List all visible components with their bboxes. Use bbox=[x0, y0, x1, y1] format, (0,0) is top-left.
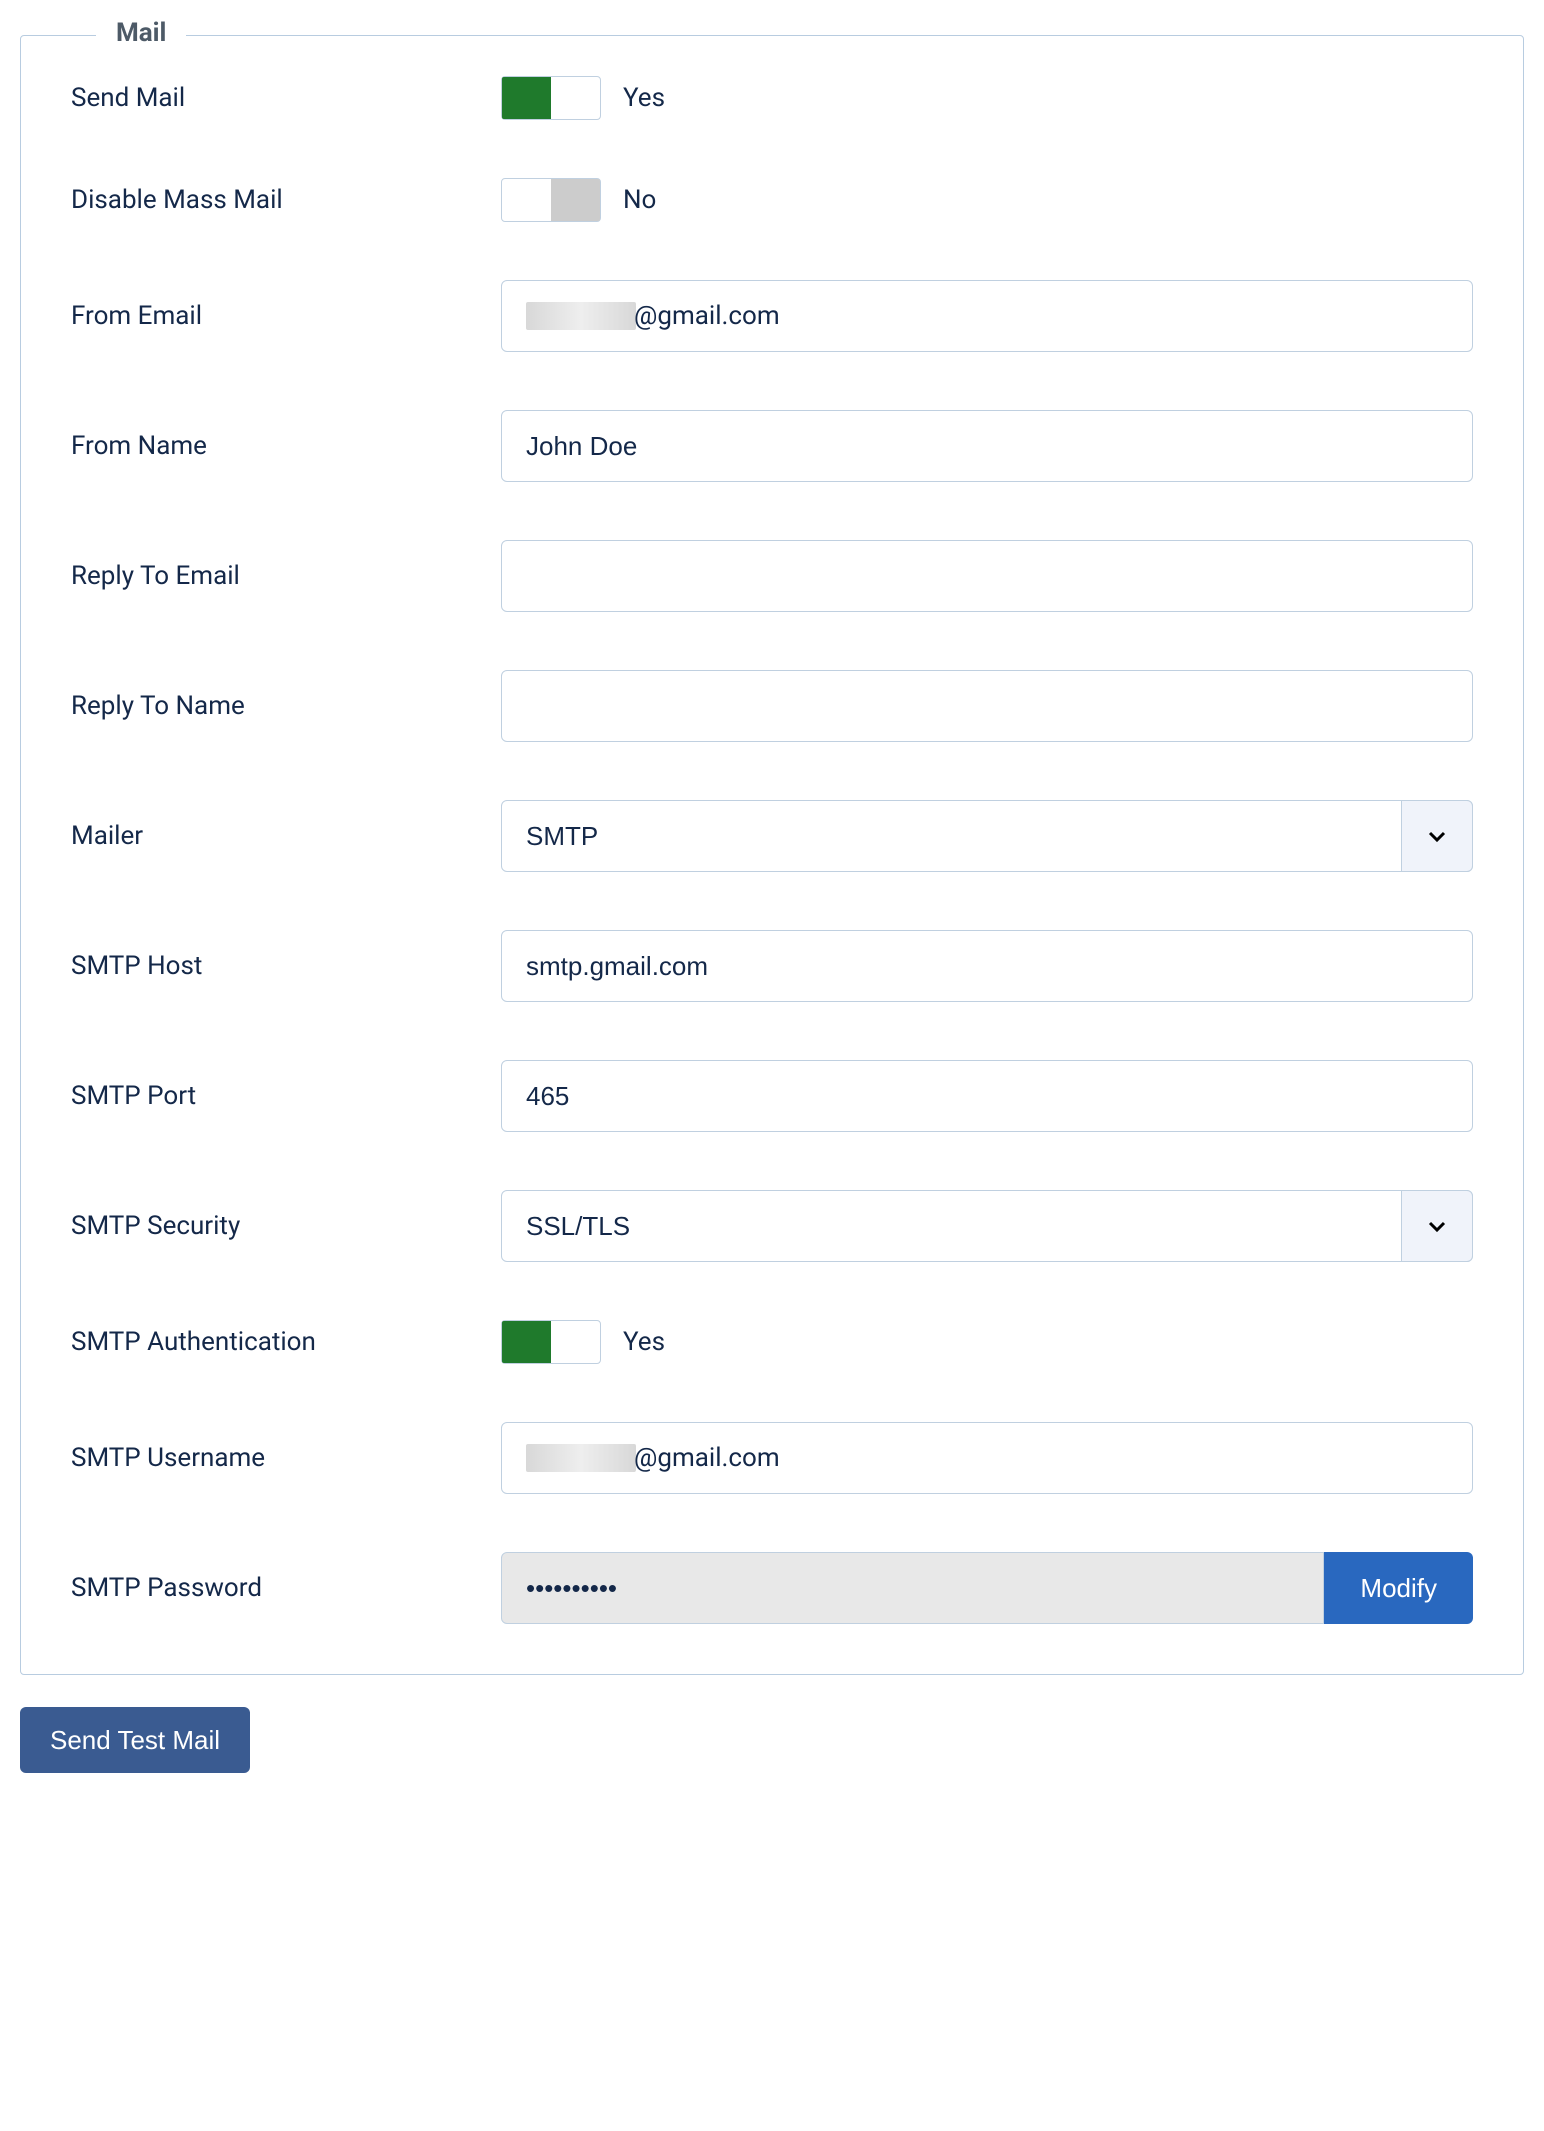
disable-mass-mail-value: No bbox=[623, 185, 656, 215]
smtp-username-label: SMTP Username bbox=[71, 1443, 501, 1473]
from-email-suffix: @gmail.com bbox=[634, 301, 780, 331]
reply-to-email-row: Reply To Email bbox=[71, 540, 1473, 612]
smtp-password-row: SMTP Password Modify bbox=[71, 1552, 1473, 1624]
smtp-username-input[interactable]: @gmail.com bbox=[501, 1422, 1473, 1494]
smtp-auth-value: Yes bbox=[623, 1327, 665, 1357]
send-mail-toggle[interactable] bbox=[501, 76, 601, 120]
smtp-password-label: SMTP Password bbox=[71, 1573, 501, 1603]
smtp-auth-row: SMTP Authentication Yes bbox=[71, 1320, 1473, 1364]
smtp-host-input[interactable] bbox=[501, 930, 1473, 1002]
disable-mass-mail-toggle[interactable] bbox=[501, 178, 601, 222]
send-mail-row: Send Mail Yes bbox=[71, 76, 1473, 120]
smtp-security-select[interactable] bbox=[501, 1190, 1473, 1262]
disable-mass-mail-row: Disable Mass Mail No bbox=[71, 178, 1473, 222]
from-name-row: From Name bbox=[71, 410, 1473, 482]
reply-to-name-label: Reply To Name bbox=[71, 691, 501, 721]
from-email-label: From Email bbox=[71, 301, 501, 331]
smtp-auth-toggle[interactable] bbox=[501, 1320, 601, 1364]
mailer-select[interactable] bbox=[501, 800, 1473, 872]
from-name-label: From Name bbox=[71, 431, 501, 461]
modify-password-button[interactable]: Modify bbox=[1324, 1552, 1473, 1624]
send-test-mail-button[interactable]: Send Test Mail bbox=[20, 1707, 250, 1773]
from-name-input[interactable] bbox=[501, 410, 1473, 482]
smtp-port-input[interactable] bbox=[501, 1060, 1473, 1132]
reply-to-email-input[interactable] bbox=[501, 540, 1473, 612]
mailer-label: Mailer bbox=[71, 821, 501, 851]
smtp-host-label: SMTP Host bbox=[71, 951, 501, 981]
smtp-host-row: SMTP Host bbox=[71, 930, 1473, 1002]
redacted-mask bbox=[526, 302, 636, 330]
redacted-mask bbox=[526, 1444, 636, 1472]
reply-to-name-row: Reply To Name bbox=[71, 670, 1473, 742]
smtp-port-row: SMTP Port bbox=[71, 1060, 1473, 1132]
smtp-password-input bbox=[501, 1552, 1324, 1624]
disable-mass-mail-label: Disable Mass Mail bbox=[71, 185, 501, 215]
smtp-security-label: SMTP Security bbox=[71, 1211, 501, 1241]
from-email-input[interactable]: @gmail.com bbox=[501, 280, 1473, 352]
send-mail-value: Yes bbox=[623, 83, 665, 113]
smtp-security-row: SMTP Security bbox=[71, 1190, 1473, 1262]
smtp-port-label: SMTP Port bbox=[71, 1081, 501, 1111]
smtp-username-row: SMTP Username @gmail.com bbox=[71, 1422, 1473, 1494]
mailer-row: Mailer bbox=[71, 800, 1473, 872]
reply-to-email-label: Reply To Email bbox=[71, 561, 501, 591]
smtp-username-suffix: @gmail.com bbox=[634, 1443, 780, 1473]
reply-to-name-input[interactable] bbox=[501, 670, 1473, 742]
smtp-auth-label: SMTP Authentication bbox=[71, 1327, 501, 1357]
fieldset-legend: Mail bbox=[96, 18, 186, 48]
from-email-row: From Email @gmail.com bbox=[71, 280, 1473, 352]
mail-fieldset: Mail Send Mail Yes Disable Mass Mail No … bbox=[20, 35, 1524, 1675]
send-mail-label: Send Mail bbox=[71, 83, 501, 113]
